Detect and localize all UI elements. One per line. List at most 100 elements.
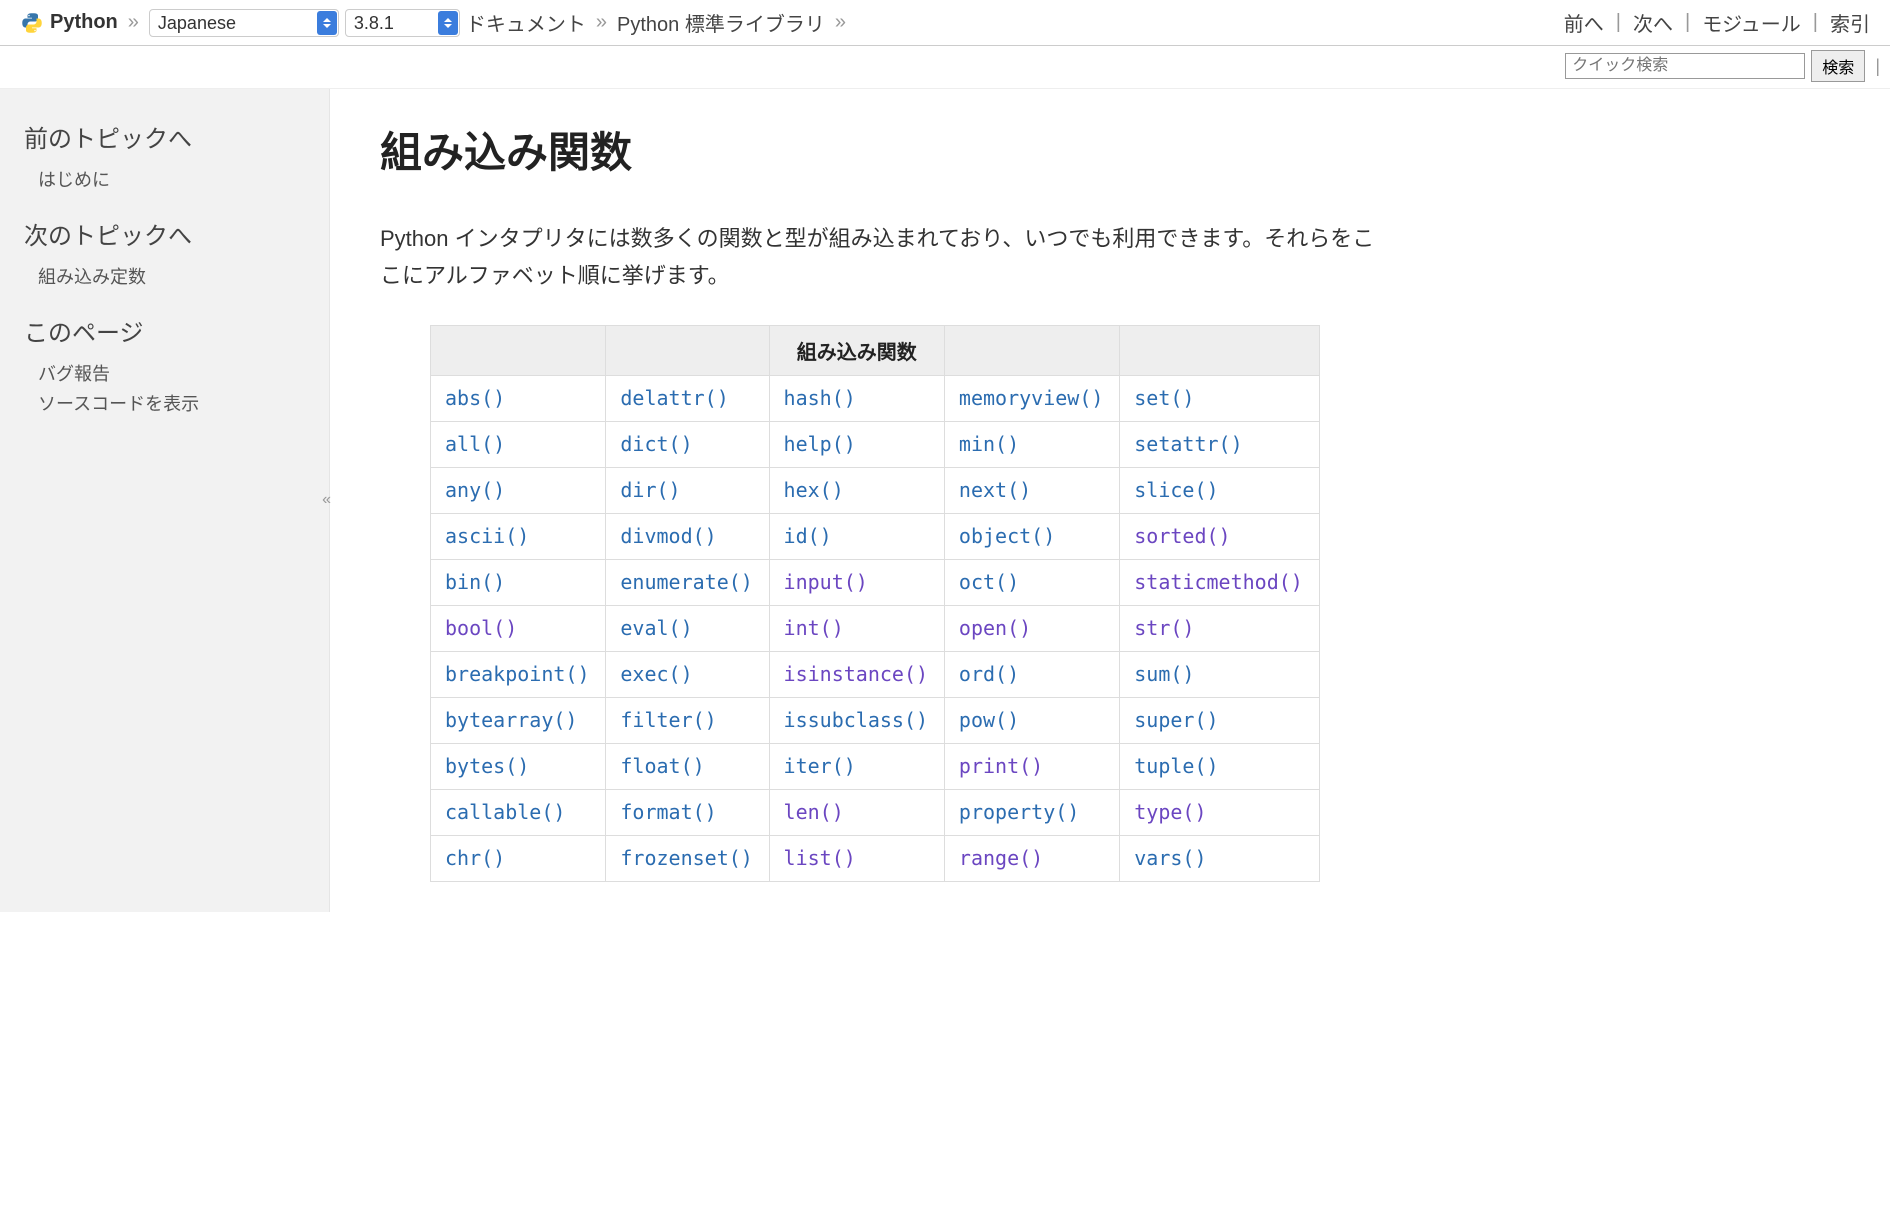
table-row: any() dir() hex() next() slice() [431, 467, 1320, 513]
function-link[interactable]: list() [784, 846, 856, 870]
function-link[interactable]: setattr() [1134, 432, 1242, 456]
function-link[interactable]: bool() [445, 616, 517, 640]
function-link[interactable]: bin() [445, 570, 505, 594]
function-link[interactable]: oct() [959, 570, 1019, 594]
table-header-row: 組み込み関数 [431, 325, 1320, 375]
function-link[interactable]: dict() [620, 432, 692, 456]
function-link[interactable]: ascii() [445, 524, 529, 548]
function-link[interactable]: bytearray() [445, 708, 577, 732]
function-link[interactable]: sorted() [1134, 524, 1230, 548]
table-cell: divmod() [606, 513, 769, 559]
sidebar-bug-report-link[interactable]: バグ報告 [38, 360, 305, 386]
sidebar-prev-link[interactable]: はじめに [38, 166, 305, 192]
sidebar-collapse-icon[interactable]: « [322, 491, 331, 509]
table-header-title: 組み込み関数 [769, 325, 944, 375]
function-link[interactable]: input() [784, 570, 868, 594]
function-link[interactable]: staticmethod() [1134, 570, 1303, 594]
function-link[interactable]: breakpoint() [445, 662, 590, 686]
function-link[interactable]: type() [1134, 800, 1206, 824]
function-link[interactable]: property() [959, 800, 1079, 824]
function-link[interactable]: delattr() [620, 386, 728, 410]
sidebar-next-heading: 次のトピックへ [24, 216, 305, 251]
function-link[interactable]: next() [959, 478, 1031, 502]
function-link[interactable]: tuple() [1134, 754, 1218, 778]
function-link[interactable]: open() [959, 616, 1031, 640]
function-link[interactable]: enumerate() [620, 570, 752, 594]
function-link[interactable]: min() [959, 432, 1019, 456]
table-header-blank [1120, 325, 1320, 375]
function-link[interactable]: filter() [620, 708, 716, 732]
nav-next[interactable]: 次へ [1633, 8, 1673, 37]
page-title: 組み込み関数 [380, 119, 1890, 180]
nav-index[interactable]: 索引 [1830, 8, 1870, 37]
function-link[interactable]: pow() [959, 708, 1019, 732]
function-link[interactable]: sum() [1134, 662, 1194, 686]
table-cell: open() [944, 605, 1119, 651]
table-cell: callable() [431, 789, 606, 835]
table-cell: filter() [606, 697, 769, 743]
function-link[interactable]: float() [620, 754, 704, 778]
table-row: bin() enumerate() input() oct() staticmethod… [431, 559, 1320, 605]
function-link[interactable]: eval() [620, 616, 692, 640]
function-link[interactable]: set() [1134, 386, 1194, 410]
table-cell: type() [1120, 789, 1320, 835]
function-link[interactable]: super() [1134, 708, 1218, 732]
function-link[interactable]: int() [784, 616, 844, 640]
separator: | [1871, 56, 1880, 77]
function-link[interactable]: frozenset() [620, 846, 752, 870]
function-link[interactable]: exec() [620, 662, 692, 686]
function-link[interactable]: object() [959, 524, 1055, 548]
function-link[interactable]: divmod() [620, 524, 716, 548]
search-input[interactable] [1565, 53, 1805, 79]
function-link[interactable]: isinstance() [784, 662, 929, 686]
function-link[interactable]: dir() [620, 478, 680, 502]
function-link[interactable]: ord() [959, 662, 1019, 686]
nav-prev[interactable]: 前へ [1564, 8, 1604, 37]
function-link[interactable]: callable() [445, 800, 565, 824]
search-button[interactable]: 検索 [1811, 50, 1865, 82]
nav-modules[interactable]: モジュール [1702, 8, 1801, 37]
table-header-blank [944, 325, 1119, 375]
python-logo-icon [20, 11, 44, 35]
function-link[interactable]: bytes() [445, 754, 529, 778]
function-link[interactable]: iter() [784, 754, 856, 778]
sidebar-next-link[interactable]: 組み込み定数 [38, 263, 305, 289]
table-cell: sum() [1120, 651, 1320, 697]
version-select[interactable]: 3.8.1 [345, 9, 460, 37]
sidebar-show-source-link[interactable]: ソースコードを表示 [38, 390, 305, 416]
language-select[interactable]: Japanese [149, 9, 339, 37]
function-link[interactable]: slice() [1134, 478, 1218, 502]
function-link[interactable]: hash() [784, 386, 856, 410]
table-cell: tuple() [1120, 743, 1320, 789]
table-cell: bin() [431, 559, 606, 605]
breadcrumb-stdlib[interactable]: Python 標準ライブラリ [617, 8, 825, 37]
function-link[interactable]: vars() [1134, 846, 1206, 870]
table-cell: object() [944, 513, 1119, 559]
function-link[interactable]: hex() [784, 478, 844, 502]
table-cell: bytearray() [431, 697, 606, 743]
function-link[interactable]: format() [620, 800, 716, 824]
function-link[interactable]: help() [784, 432, 856, 456]
function-link[interactable]: issubclass() [784, 708, 929, 732]
function-link[interactable]: abs() [445, 386, 505, 410]
function-link[interactable]: all() [445, 432, 505, 456]
table-cell: input() [769, 559, 944, 605]
function-link[interactable]: len() [784, 800, 844, 824]
breadcrumb-docs[interactable]: ドキュメント [466, 8, 586, 37]
table-cell: ord() [944, 651, 1119, 697]
brand-link[interactable]: Python [50, 11, 118, 34]
function-link[interactable]: chr() [445, 846, 505, 870]
table-cell: int() [769, 605, 944, 651]
function-link[interactable]: id() [784, 524, 832, 548]
separator: | [1809, 11, 1822, 34]
function-link[interactable]: print() [959, 754, 1043, 778]
function-link[interactable]: str() [1134, 616, 1194, 640]
sidebar-thispage-heading: このページ [24, 313, 305, 348]
function-link[interactable]: any() [445, 478, 505, 502]
function-link[interactable]: memoryview() [959, 386, 1104, 410]
table-cell: setattr() [1120, 421, 1320, 467]
table-header-blank [606, 325, 769, 375]
table-cell: slice() [1120, 467, 1320, 513]
function-link[interactable]: range() [959, 846, 1043, 870]
table-row: callable() format() len() property() type() [431, 789, 1320, 835]
